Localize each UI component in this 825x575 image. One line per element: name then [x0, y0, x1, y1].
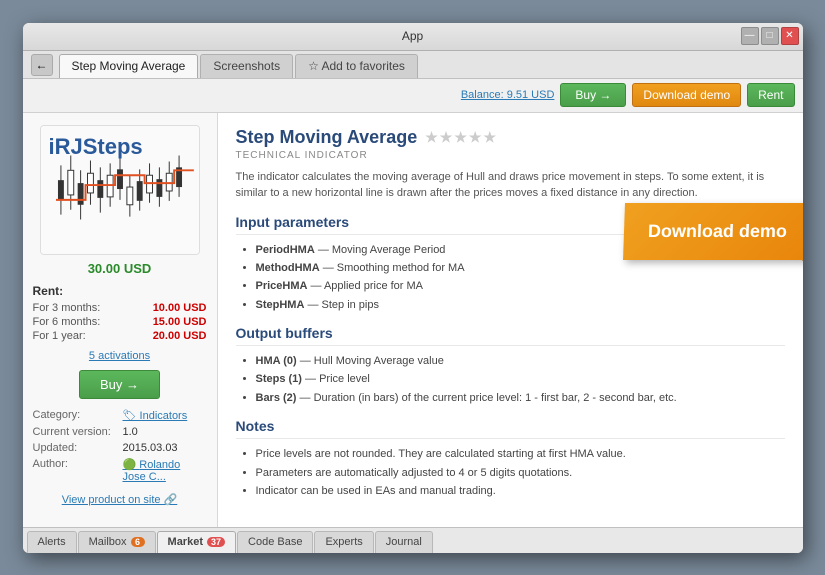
note-2: Parameters are automatically adjusted to… [256, 466, 785, 481]
buy-large-label: Buy → [100, 377, 139, 392]
rent-6m-price: 15.00 USD [153, 316, 207, 328]
section-notes-title: Notes [236, 418, 785, 439]
note-3: Indicator can be used in EAs and manual … [256, 484, 785, 499]
bottom-tab-market[interactable]: Market 37 [157, 531, 236, 553]
tab-favorites-label: ☆ Add to favorites [308, 59, 405, 73]
meta-table: Category: 🏷 Indicators Current version: … [33, 409, 207, 487]
param-methodhma: MethodHMA — Smoothing method for MA [256, 261, 785, 276]
updated-value: 2015.03.03 [123, 442, 178, 454]
output-buffers-list: HMA (0) — Hull Moving Average value Step… [256, 354, 785, 406]
version-label: Current version: [33, 426, 123, 438]
buffer-steps: Steps (1) — Price level [256, 372, 785, 387]
product-type: TECHNICAL INDICATOR [236, 150, 785, 161]
rent-title: Rent: [33, 284, 207, 298]
tab-screenshots-label: Screenshots [213, 59, 280, 73]
market-tab-label: Market [168, 536, 203, 548]
window-controls: — □ ✕ [741, 27, 799, 45]
close-button[interactable]: ✕ [781, 27, 799, 45]
star-2: ★ [440, 129, 453, 146]
codebase-tab-label: Code Base [248, 536, 302, 548]
tab-step-moving-label: Step Moving Average [72, 59, 186, 73]
buy-button[interactable]: Buy → [560, 83, 626, 107]
bottom-tab-alerts[interactable]: Alerts [27, 531, 77, 553]
rent-section: Rent: For 3 months: 10.00 USD For 6 mont… [33, 284, 207, 344]
note-1: Price levels are not rounded. They are c… [256, 447, 785, 462]
product-price: 30.00 USD [88, 261, 152, 276]
notes-list: Price levels are not rounded. They are c… [256, 447, 785, 499]
mailbox-badge: 6 [131, 537, 145, 547]
back-button[interactable]: ← [31, 54, 53, 76]
back-arrow-icon: ← [36, 58, 48, 72]
category-value[interactable]: 🏷 Indicators [123, 409, 188, 422]
rent-6m-label: For 6 months: [33, 316, 101, 328]
mailbox-tab-label: Mailbox [89, 536, 127, 548]
version-value: 1.0 [123, 426, 138, 438]
rent-1y-label: For 1 year: [33, 330, 86, 342]
journal-tab-label: Journal [386, 536, 422, 548]
rent-row-6months: For 6 months: 15.00 USD [33, 316, 207, 328]
right-panel: Step Moving Average ★ ★ ★ ★ ★ TECHNICAL … [218, 113, 803, 527]
category-label: Category: [33, 409, 123, 421]
view-product-link[interactable]: View product on site 🔗 [62, 493, 178, 506]
star-5: ★ [483, 129, 496, 146]
tab-add-favorites[interactable]: ☆ Add to favorites [295, 54, 418, 78]
rent-row-3months: For 3 months: 10.00 USD [33, 302, 207, 314]
title-bar: App — □ ✕ [23, 23, 803, 51]
updated-label: Updated: [33, 442, 123, 454]
product-logo: iRJSteps [40, 125, 200, 255]
tab-step-moving[interactable]: Step Moving Average [59, 54, 199, 78]
window-title: App [402, 29, 423, 43]
buffer-hma: HMA (0) — Hull Moving Average value [256, 354, 785, 369]
author-label: Author: [33, 458, 123, 470]
rent-1y-price: 20.00 USD [153, 330, 207, 342]
download-demo-banner[interactable]: Download demo [623, 203, 803, 260]
product-title-text: Step Moving Average [236, 127, 418, 148]
star-rating: ★ ★ ★ ★ ★ [425, 129, 496, 146]
left-panel: iRJSteps [23, 113, 218, 527]
section-output-buffers-title: Output buffers [236, 325, 785, 346]
star-3: ★ [454, 129, 467, 146]
rent-3m-label: For 3 months: [33, 302, 101, 314]
minimize-button[interactable]: — [741, 27, 759, 45]
meta-author: Author: 🟢 Rolando Jose C... [33, 458, 207, 483]
experts-tab-label: Experts [325, 536, 362, 548]
maximize-button[interactable]: □ [761, 27, 779, 45]
buy-large-button[interactable]: Buy → [79, 370, 160, 399]
rent-button[interactable]: Rent [747, 83, 794, 107]
logo-text: iRJSteps [49, 134, 143, 160]
main-content: Download demo iRJSteps [23, 113, 803, 527]
tab-bar: ← Step Moving Average Screenshots ☆ Add … [23, 51, 803, 79]
download-demo-toolbar-button[interactable]: Download demo [632, 83, 741, 107]
market-badge: 37 [207, 537, 225, 547]
param-stephma: StepHMA — Step in pips [256, 298, 785, 313]
bottom-tab-codebase[interactable]: Code Base [237, 531, 313, 553]
meta-version: Current version: 1.0 [33, 426, 207, 438]
meta-category: Category: 🏷 Indicators [33, 409, 207, 422]
buffer-bars: Bars (2) — Duration (in bars) of the cur… [256, 391, 785, 406]
bottom-tab-mailbox[interactable]: Mailbox 6 [78, 531, 156, 553]
product-title: Step Moving Average ★ ★ ★ ★ ★ [236, 127, 785, 148]
app-window: App — □ ✕ ← Step Moving Average Screensh… [23, 23, 803, 553]
alerts-tab-label: Alerts [38, 536, 66, 548]
activations-link[interactable]: 5 activations [89, 350, 150, 362]
bottom-tab-bar: Alerts Mailbox 6 Market 37 Code Base Exp… [23, 527, 803, 553]
star-4: ★ [469, 129, 482, 146]
meta-updated: Updated: 2015.03.03 [33, 442, 207, 454]
tab-screenshots[interactable]: Screenshots [200, 54, 293, 78]
bottom-tab-journal[interactable]: Journal [375, 531, 433, 553]
product-description: The indicator calculates the moving aver… [236, 169, 785, 202]
author-value[interactable]: 🟢 Rolando Jose C... [123, 458, 207, 483]
toolbar: Balance: 9.51 USD Buy → Download demo Re… [23, 79, 803, 113]
bottom-tab-experts[interactable]: Experts [314, 531, 373, 553]
param-pricehma: PriceHMA — Applied price for MA [256, 279, 785, 294]
balance-display[interactable]: Balance: 9.51 USD [461, 89, 555, 101]
rent-row-1year: For 1 year: 20.00 USD [33, 330, 207, 342]
star-1: ★ [425, 129, 438, 146]
rent-3m-price: 10.00 USD [153, 302, 207, 314]
